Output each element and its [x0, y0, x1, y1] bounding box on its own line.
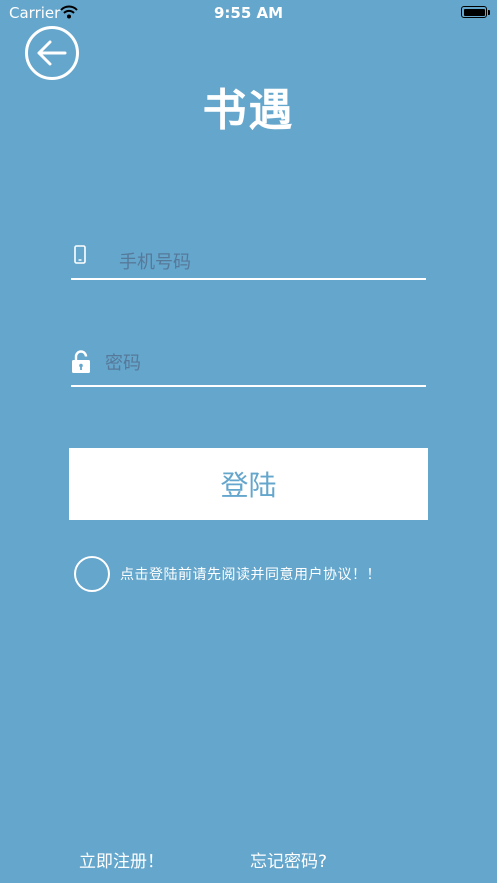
battery-tip [488, 10, 490, 15]
agreement-checkbox[interactable] [74, 556, 110, 592]
battery-icon [461, 6, 487, 18]
status-time: 9:55 AM [213, 4, 284, 22]
phone-field [71, 240, 426, 280]
password-field [71, 345, 426, 387]
forgot-password-link[interactable]: 忘记密码? [250, 847, 327, 872]
register-link[interactable]: 立即注册！ [79, 847, 164, 872]
phone-icon [74, 245, 86, 264]
login-button[interactable]: 登陆 [69, 448, 428, 520]
back-arrow-icon[interactable] [24, 25, 80, 81]
password-input[interactable] [105, 350, 415, 376]
agreement-text: 点击登陆前请先阅读并同意用户协议！！ [120, 567, 381, 583]
app-title: 书遇 [202, 85, 295, 136]
lock-icon [72, 350, 90, 373]
status-bar: Carrier 9:55 AM [0, 0, 497, 26]
phone-input[interactable] [119, 249, 419, 275]
